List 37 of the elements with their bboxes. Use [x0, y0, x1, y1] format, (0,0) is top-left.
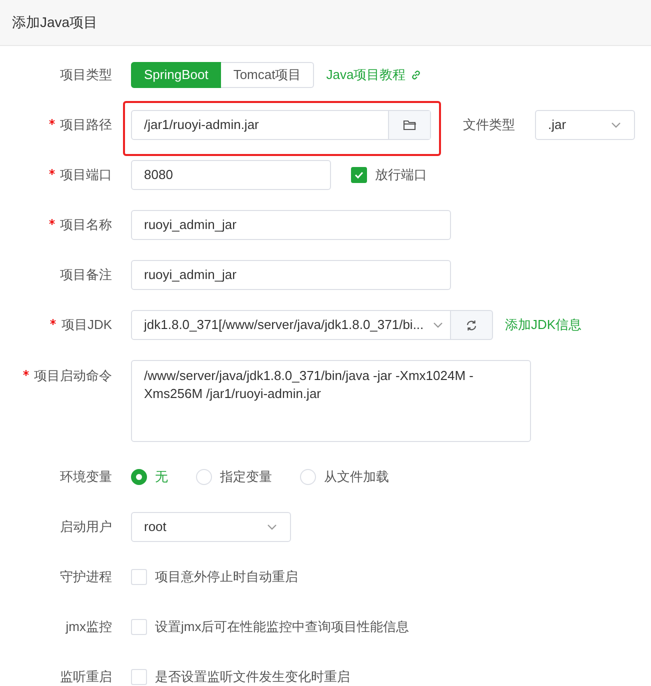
field-label: 监听重启 — [60, 668, 112, 686]
command-textarea[interactable]: /www/server/java/jdk1.8.0_371/bin/java -jar -Xmx1024M -Xms256M /jar1/ruoyi-admin.jar — [131, 360, 531, 442]
refresh-icon — [465, 318, 478, 332]
field-label: jmx监控 — [66, 618, 112, 636]
link-icon — [410, 69, 422, 81]
user-select[interactable]: root — [131, 512, 291, 542]
radio-label: 无 — [155, 468, 168, 486]
text-field[interactable]: ruoyi_admin_jar — [131, 260, 451, 290]
jdk-select[interactable]: jdk1.8.0_371[/www/server/java/jdk1.8.0_371/bi... — [131, 310, 451, 340]
checkbox-label: 放行端口 — [375, 166, 427, 184]
field-label: 项目JDK — [61, 316, 112, 334]
field-label: 守护进程 — [60, 568, 112, 586]
field-label: 项目名称 — [60, 216, 112, 234]
field-label: 文件类型 — [463, 116, 515, 134]
radio-label: 从文件加载 — [324, 468, 389, 486]
field-label: 项目路径 — [60, 116, 112, 134]
path-field[interactable]: /jar1/ruoyi-admin.jar — [131, 110, 431, 140]
file-type-select[interactable]: .jar — [535, 110, 635, 140]
radio-label: 指定变量 — [220, 468, 272, 486]
field-label: 环境变量 — [60, 468, 112, 486]
field-label: 项目端口 — [60, 166, 112, 184]
checkbox-label: 是否设置监听文件发生变化时重启 — [155, 668, 350, 686]
checkbox-label: 项目意外停止时自动重启 — [155, 568, 298, 586]
field-label: 启动用户 — [60, 518, 112, 536]
port-field[interactable]: 8080 — [131, 160, 331, 190]
window-title: 添加Java项目 — [12, 13, 98, 32]
refresh-button[interactable] — [451, 310, 493, 340]
field-label: 项目启动命令 — [34, 367, 112, 385]
field-label: 项目类型 — [60, 66, 112, 84]
radio-button[interactable] — [131, 469, 147, 485]
check-icon — [354, 170, 364, 180]
checkbox[interactable] — [351, 167, 367, 183]
text-field[interactable]: ruoyi_admin_jar — [131, 210, 451, 240]
segment-tab[interactable]: Tomcat项目 — [221, 62, 314, 88]
field-label: 项目备注 — [60, 266, 112, 284]
checkbox-label: 设置jmx后可在性能监控中查询项目性能信息 — [155, 618, 410, 636]
folder-icon[interactable] — [402, 119, 416, 131]
